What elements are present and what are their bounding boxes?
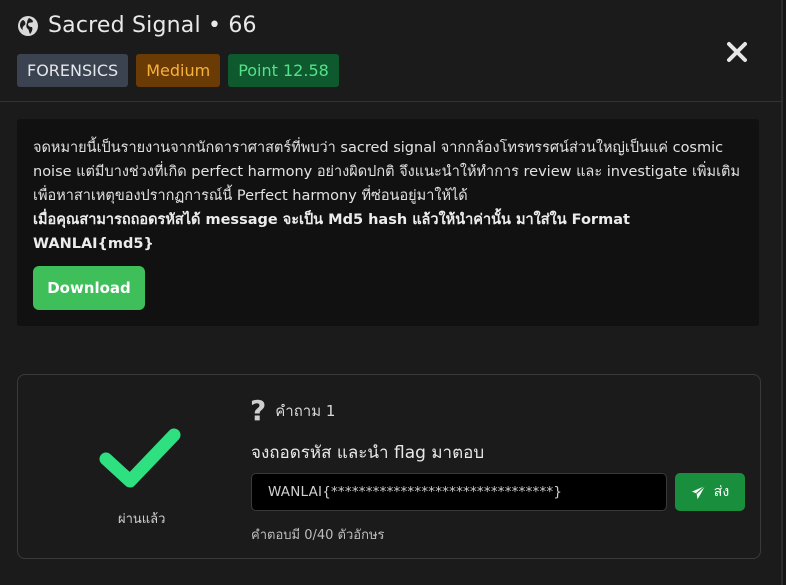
send-button[interactable]: ส่ง [675,473,745,511]
question-mark-icon: ? [250,394,267,427]
challenge-title: Sacred Signal • 66 [48,13,257,38]
send-label: ส่ง [713,484,730,500]
answer-input[interactable]: WANLAI{********************************} [251,473,667,511]
points-badge: Point 12.58 [228,54,339,87]
download-button[interactable]: Download [33,266,145,310]
flag-format-note: เมื่อคุณสามารถถอดรหัสได้ message จะเป็น … [33,212,630,252]
question-text: จงถอดรหัส และนำ flag มาตอบ [251,443,485,463]
question-card: ผ่านแล้ว ? คำถาม 1 จงถอดรหัส และนำ flag … [17,374,761,559]
passed-status: ผ่านแล้ว [118,512,166,527]
title-row: Sacred Signal • 66 [17,13,257,38]
challenge-modal: Sacred Signal • 66 FORENSICS Medium Poin… [0,0,783,585]
description-line: เพื่อหาสาเหตุของปรากฏการณ์นี้ Perfect ha… [33,188,468,204]
question-number: คำถาม 1 [275,402,336,420]
description-panel: จดหมายนี้เป็นรายงานจากนักดาราศาสตร์ที่พบ… [17,119,759,326]
category-badge: FORENSICS [17,54,129,87]
close-icon[interactable] [725,40,749,64]
globe-icon [18,15,38,36]
paper-plane-icon [691,485,706,499]
checkmark-icon [99,428,181,488]
character-counter: คำตอบมี 0/40 ตัวอักษร [251,528,385,543]
description-line: จดหมายนี้เป็นรายงานจากนักดาราศาสตร์ที่พบ… [33,140,724,156]
difficulty-badge: Medium [136,54,221,87]
description-line: noise แต่มีบางช่วงที่เกิด perfect harmon… [33,164,741,180]
modal-header: Sacred Signal • 66 FORENSICS Medium Poin… [0,0,783,102]
question-header: ? คำถาม 1 [250,397,335,425]
tag-row: FORENSICS Medium Point 12.58 [17,54,339,87]
